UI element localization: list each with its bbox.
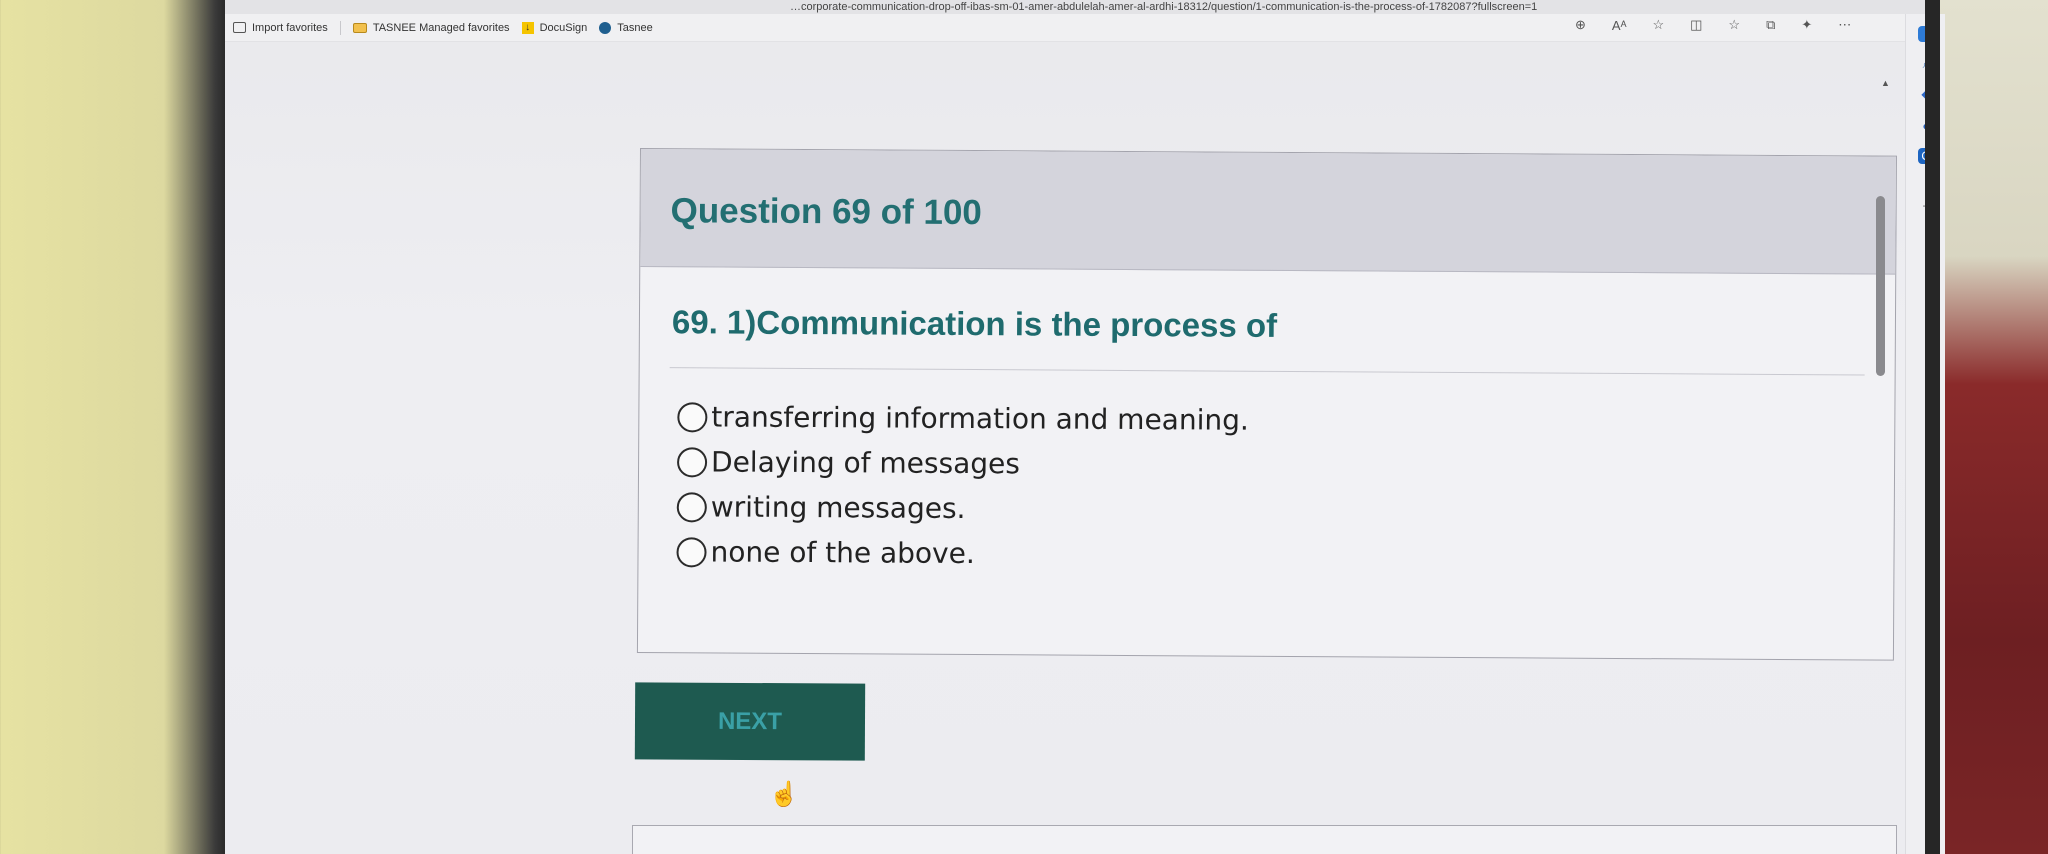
- zoom-icon[interactable]: ⊕: [1575, 17, 1586, 33]
- favorites-separator: [339, 20, 341, 35]
- option-label[interactable]: writing messages.: [711, 490, 966, 525]
- split-screen-icon[interactable]: ◫: [1690, 17, 1702, 33]
- question-card: Question 69 of 100 69. 1)Communication i…: [636, 148, 1897, 661]
- next-button[interactable]: NEXT: [634, 682, 866, 761]
- favorite-tasnee[interactable]: Tasnee: [599, 21, 653, 34]
- room-background: [1940, 0, 2048, 854]
- favorite-label: Tasnee: [617, 21, 653, 34]
- favorites-icon[interactable]: ☆: [1728, 17, 1740, 33]
- radio-button[interactable]: [676, 536, 707, 567]
- question-counter: Question 69 of 100: [670, 191, 982, 233]
- monitor-bezel: [1925, 0, 1940, 854]
- more-icon[interactable]: ⋯: [1838, 17, 1851, 33]
- favorite-import[interactable]: Import favorites: [233, 22, 328, 34]
- read-aloud-icon[interactable]: Aᴬ: [1612, 18, 1627, 33]
- browser-toolbar: ⊕ Aᴬ ☆ ◫ ☆ ⧉ ✦ ⋯: [1575, 14, 1851, 36]
- favorite-label: DocuSign: [539, 21, 588, 34]
- radio-button[interactable]: [677, 401, 708, 432]
- extensions-icon[interactable]: ✦: [1801, 17, 1812, 33]
- answer-option[interactable]: Delaying of messages: [676, 439, 1894, 491]
- favorite-tasnee-managed[interactable]: TASNEE Managed favorites: [352, 21, 510, 34]
- answer-option[interactable]: transferring information and meaning.: [677, 394, 1894, 446]
- address-bar-url[interactable]: …corporate-communication-drop-off-ibas-s…: [225, 0, 1925, 14]
- collections-icon[interactable]: ⧉: [1766, 17, 1775, 33]
- docusign-icon: ↓: [521, 21, 534, 34]
- option-label[interactable]: transferring information and meaning.: [711, 400, 1249, 436]
- radio-button[interactable]: [676, 446, 708, 477]
- answer-option[interactable]: none of the above.: [676, 529, 1893, 581]
- favorite-label: Import favorites: [252, 21, 328, 34]
- next-content-card: [632, 825, 1897, 854]
- favorite-star-icon[interactable]: ☆: [1652, 17, 1664, 33]
- radio-button[interactable]: [676, 491, 707, 522]
- option-label[interactable]: none of the above.: [710, 535, 974, 570]
- answer-option[interactable]: writing messages.: [676, 484, 1894, 536]
- browser-screen: …corporate-communication-drop-off-ibas-s…: [225, 0, 1945, 854]
- favorite-docusign[interactable]: ↓ DocuSign: [521, 21, 588, 34]
- hand-cursor-icon: ☝: [769, 781, 799, 808]
- tasnee-icon: [599, 21, 612, 34]
- import-icon: [233, 22, 246, 33]
- question-text: 69. 1)Communication is the process of: [671, 303, 1278, 344]
- option-label[interactable]: Delaying of messages: [711, 445, 1020, 480]
- scrollbar-thumb[interactable]: [1876, 196, 1885, 376]
- question-header: Question 69 of 100: [640, 149, 1896, 275]
- answer-options: transferring information and meaning. De…: [638, 368, 1894, 582]
- favorite-label: TASNEE Managed favorites: [372, 21, 510, 34]
- folder-icon: [352, 22, 367, 33]
- scroll-up-icon[interactable]: ▲: [1881, 78, 1890, 88]
